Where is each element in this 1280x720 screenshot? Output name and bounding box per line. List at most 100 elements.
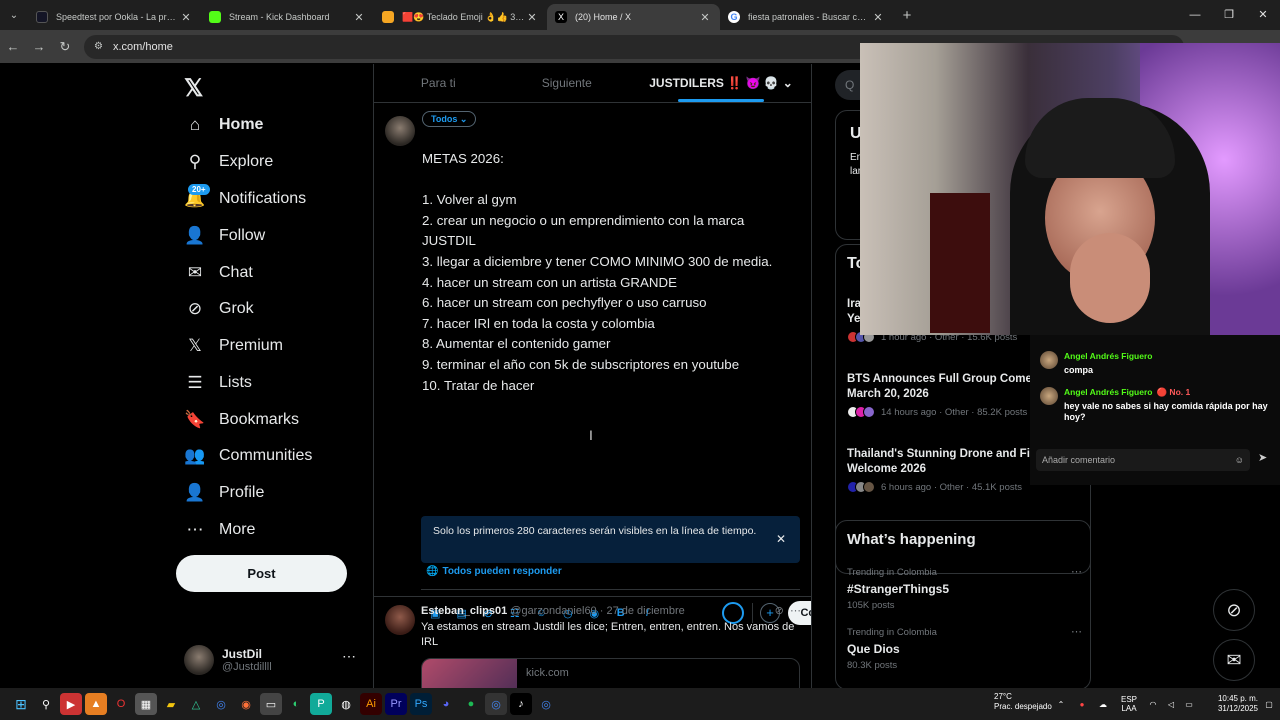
windows-start-icon[interactable]: ⊞ <box>10 693 32 715</box>
x-logo-icon[interactable]: 𝕏 <box>184 74 203 103</box>
browser-tab[interactable]: Gfiesta patronales - Buscar con Goo✕ <box>720 4 893 30</box>
app-icon[interactable]: P <box>310 693 332 715</box>
grok-icon: ⊘ <box>1226 599 1242 620</box>
avatar <box>184 645 214 675</box>
illustrator-icon[interactable]: Ai <box>360 693 382 715</box>
grok-float-button[interactable]: ⊘ <box>1213 589 1255 631</box>
nav-lists[interactable]: ☰ Lists <box>184 366 252 400</box>
nav-notifications[interactable]: 🔔 20+ Notifications <box>184 182 306 216</box>
trend-item[interactable]: Trending in Colombia #StrangerThings5 10… <box>847 565 1082 611</box>
tweet[interactable]: Esteban_clips01 @garzondaniel60 · 27 de … <box>374 596 811 688</box>
post-text-input[interactable]: METAS 2026: 1. Volver al gym 2. crear un… <box>422 149 792 396</box>
chrome-icon[interactable]: ◎ <box>485 693 507 715</box>
link-card[interactable]: kick.com <box>421 658 800 688</box>
more-options-icon[interactable]: ⋯ <box>342 648 356 665</box>
mic-icon[interactable]: ● <box>1072 700 1092 709</box>
close-window-icon[interactable]: ✕ <box>1246 0 1280 30</box>
close-tab-icon[interactable]: ✕ <box>871 11 885 24</box>
nav-grok[interactable]: ⊘ Grok <box>184 292 254 326</box>
more-options-icon[interactable]: ⋯ <box>1071 565 1082 578</box>
emoji-icon[interactable]: ☺ <box>1235 449 1244 471</box>
search-icon[interactable]: ⚲ <box>35 693 57 715</box>
app-icon[interactable]: ◐ <box>285 693 307 715</box>
trend-count: 80.3K posts <box>847 660 898 671</box>
discord-icon[interactable]: ◕ <box>435 693 457 715</box>
nav-explore[interactable]: ⚲ Explore <box>184 145 273 179</box>
avatar-stack <box>847 406 875 418</box>
back-icon[interactable]: ← <box>0 39 26 54</box>
tab-search-icon[interactable]: ⌄ <box>0 0 28 30</box>
nav-chat[interactable]: ✉ Chat <box>184 256 253 290</box>
browser-tab[interactable]: 🟥😍 Teclado Emoji 👌👍 3953 E✕ <box>374 4 547 30</box>
premiere-icon[interactable]: Pr <box>385 693 407 715</box>
avatar[interactable] <box>385 605 415 635</box>
reply-setting[interactable]: 🌐 Todos pueden responder <box>426 566 562 577</box>
language-indicator[interactable]: ESP LAA <box>1114 695 1144 713</box>
nav-bookmarks[interactable]: 🔖 Bookmarks <box>184 403 299 437</box>
more-options-icon[interactable]: ⋯ <box>1071 625 1082 638</box>
streamer-hand <box>1070 233 1150 323</box>
grok-icon[interactable]: ⊘ <box>775 605 784 617</box>
tab-for-you[interactable]: Para ti <box>374 64 503 102</box>
audience-selector[interactable]: Todos ⌄ <box>422 111 477 127</box>
opera-icon[interactable]: O <box>110 693 132 715</box>
messages-float-button[interactable]: ✉ <box>1213 639 1255 681</box>
tweet-handle: @garzondaniel60 <box>510 605 597 617</box>
restore-icon[interactable]: ❐ <box>1212 0 1246 30</box>
minimize-icon[interactable]: — <box>1178 0 1212 30</box>
close-tab-icon[interactable]: ✕ <box>698 11 712 24</box>
clock[interactable]: 10:45 p. m. 31/12/2025 <box>1198 694 1258 714</box>
close-tab-icon[interactable]: ✕ <box>179 11 193 24</box>
firefox-icon[interactable]: ◉ <box>235 693 257 715</box>
trend-item[interactable]: Trending in Colombia Que Dios 80.3K post… <box>847 625 1082 671</box>
browser-tab[interactable]: Stream - Kick Dashboard ✕ <box>201 4 374 30</box>
chevron-down-icon: ⌄ <box>782 76 793 90</box>
app-icon[interactable]: ▶ <box>60 693 82 715</box>
reload-icon[interactable]: ↻ <box>52 39 78 55</box>
new-tab-icon[interactable]: + <box>893 7 921 24</box>
browser-tab[interactable]: Speedtest por Ookla - La prueba de✕ <box>28 4 201 30</box>
wifi-icon[interactable]: ◠ <box>1144 700 1162 709</box>
tweet-author[interactable]: Esteban_clips01 <box>421 605 507 617</box>
trend-meta: 14 hours ago · Other · 85.2K posts <box>881 406 1028 418</box>
browser-tab-active[interactable]: X (20) Home / X ✕ <box>547 4 720 30</box>
chat-input[interactable]: Añadir comentario ☺ <box>1036 449 1250 471</box>
site-info-icon[interactable]: ⚙ <box>94 41 103 52</box>
photoshop-icon[interactable]: Ps <box>410 693 432 715</box>
notifications-icon[interactable]: ▢ <box>1258 700 1280 709</box>
nav-follow[interactable]: 👤 Follow <box>184 219 265 253</box>
close-icon[interactable]: ✕ <box>776 532 786 546</box>
nav-premium[interactable]: 𝕏 Premium <box>184 329 283 363</box>
folder-icon[interactable]: ▰ <box>160 693 182 715</box>
store-icon[interactable]: ▦ <box>135 693 157 715</box>
nav-more[interactable]: ⋯ More <box>184 513 256 547</box>
drive-icon[interactable]: △ <box>185 693 207 715</box>
grok-icon: ⊘ <box>187 299 203 318</box>
tab-justdilers[interactable]: JUSTDILERS ‼️ 😈 💀 ⌄ <box>631 64 811 102</box>
battery-icon[interactable]: ▭ <box>1180 700 1198 709</box>
chat-username[interactable]: Angel Andrés Figuero <box>1064 351 1152 361</box>
chat-username-row[interactable]: Angel Andrés Figuero 🔴 No. 1 <box>1064 387 1190 398</box>
app-icon[interactable]: ▲ <box>85 693 107 715</box>
chrome-icon[interactable]: ◎ <box>535 693 557 715</box>
onedrive-icon[interactable]: ☁ <box>1092 700 1114 709</box>
nav-communities[interactable]: 👥 Communities <box>184 439 312 473</box>
send-icon[interactable]: ➤ <box>1258 451 1267 464</box>
close-tab-icon[interactable]: ✕ <box>525 11 539 24</box>
forward-icon[interactable]: → <box>26 39 52 54</box>
close-tab-icon[interactable]: ✕ <box>352 11 366 24</box>
chrome-icon[interactable]: ◎ <box>210 693 232 715</box>
nav-profile[interactable]: 👤 Profile <box>184 476 264 510</box>
tiktok-icon[interactable]: ♪ <box>510 693 532 715</box>
more-options-icon[interactable]: ⋯ <box>790 605 801 617</box>
post-button[interactable]: Post <box>176 555 347 592</box>
tab-following[interactable]: Siguiente <box>503 64 632 102</box>
app-icon[interactable]: ▭ <box>260 693 282 715</box>
account-switcher[interactable]: JustDil @Justdillll ⋯ <box>184 640 364 680</box>
chevron-up-icon[interactable]: ⌃ <box>1050 700 1072 709</box>
obs-icon[interactable]: ◍ <box>335 693 357 715</box>
nav-home[interactable]: ⌂ Home <box>184 108 264 142</box>
volume-icon[interactable]: ◁ <box>1162 700 1180 709</box>
spotify-icon[interactable]: ● <box>460 693 482 715</box>
weather-widget[interactable]: 27°C Prac. despejado <box>994 692 1052 712</box>
